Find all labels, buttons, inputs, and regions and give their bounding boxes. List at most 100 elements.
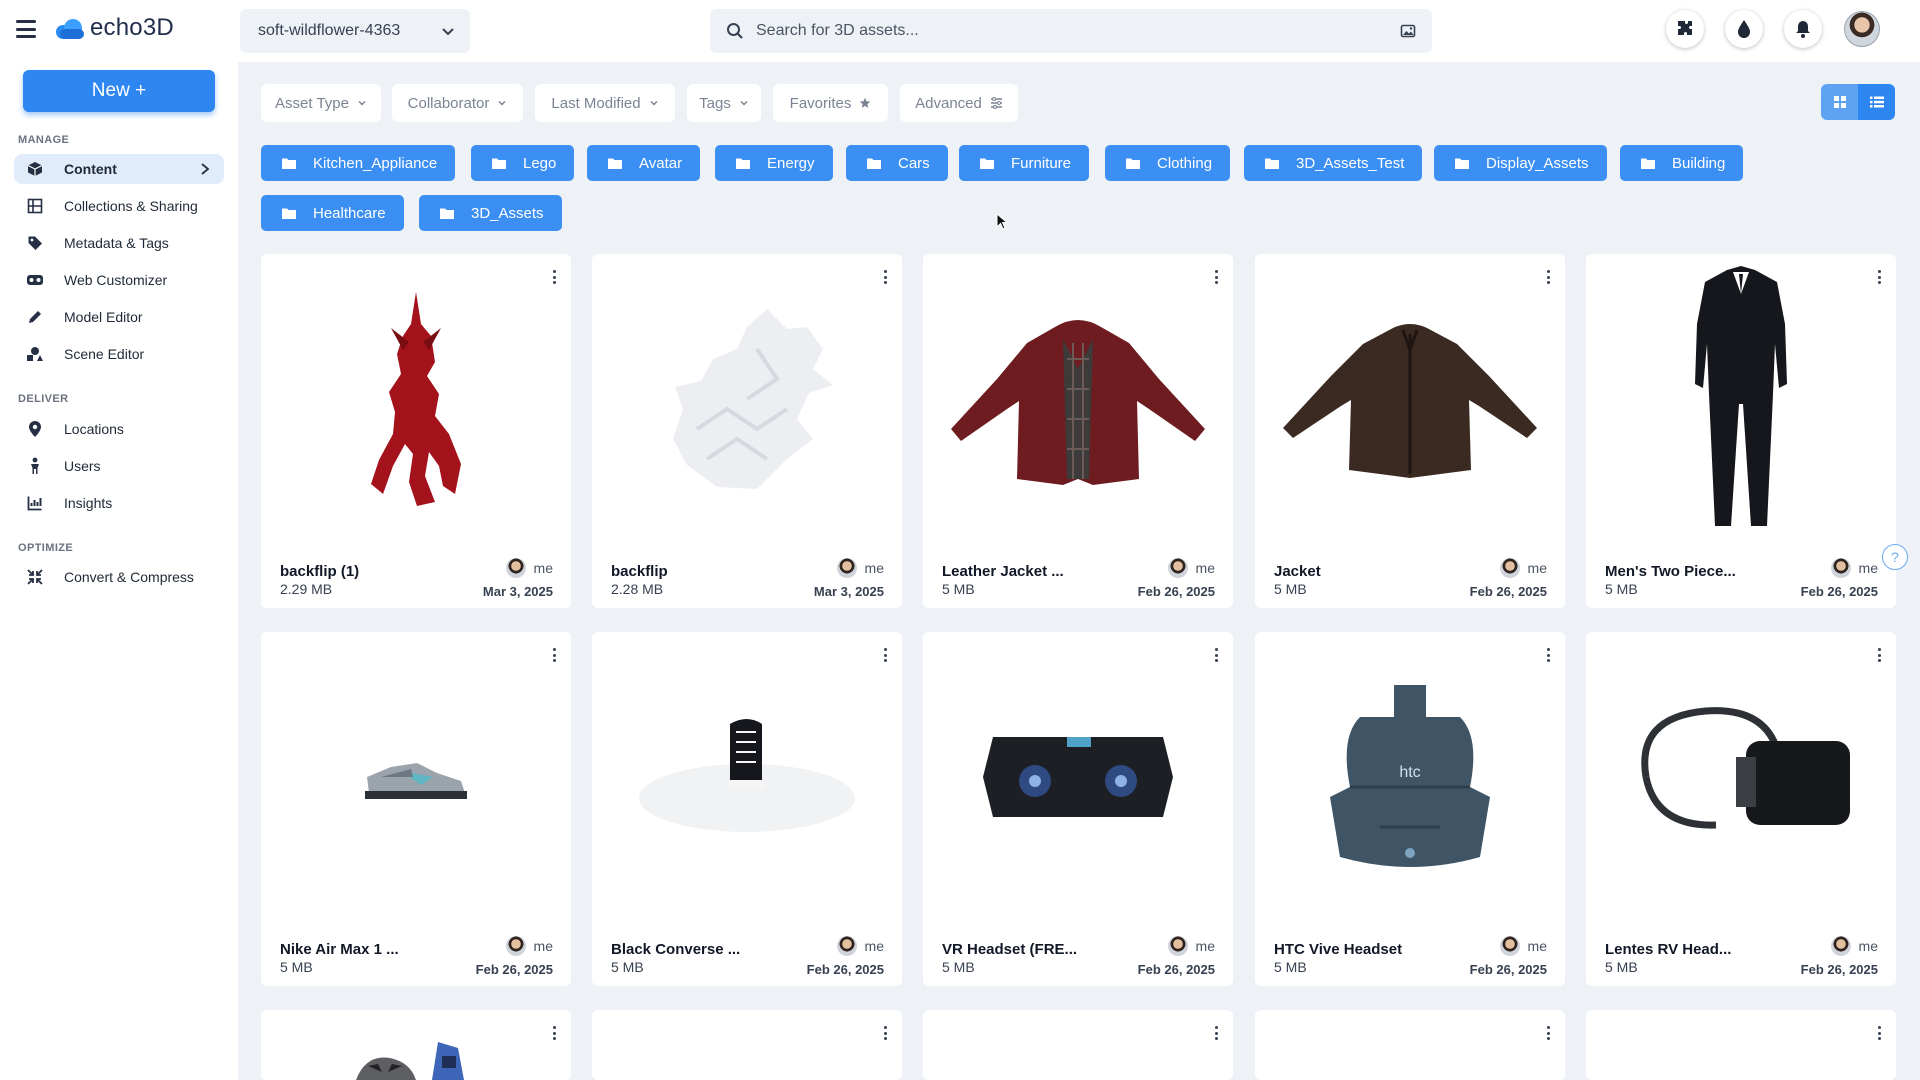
project-select[interactable]: soft-wildflower-4363 bbox=[240, 9, 470, 53]
filter-asset-type[interactable]: Asset Type bbox=[261, 84, 381, 122]
more-options-icon[interactable] bbox=[553, 648, 557, 662]
asset-size: 5 MB bbox=[942, 581, 975, 597]
sidebar-item-content[interactable]: Content bbox=[14, 154, 224, 184]
sidebar-item-web-customizer[interactable]: Web Customizer bbox=[14, 265, 224, 295]
search-bar[interactable]: Search for 3D assets... bbox=[710, 9, 1432, 53]
asset-thumbnail: htc bbox=[1255, 632, 1565, 922]
sidebar-item-label: Model Editor bbox=[64, 309, 143, 325]
asset-thumbnail bbox=[261, 254, 571, 544]
asset-owner: me bbox=[1499, 936, 1547, 956]
help-button[interactable]: ? bbox=[1882, 544, 1908, 570]
folder-chip[interactable]: Kitchen_Appliance bbox=[261, 145, 456, 181]
asset-card[interactable]: Jacket 5 MB me Feb 26, 2025 bbox=[1255, 254, 1565, 608]
more-options-icon[interactable] bbox=[553, 270, 557, 284]
folder-chip[interactable]: Healthcare bbox=[261, 195, 404, 231]
plugins-button[interactable] bbox=[1666, 10, 1704, 48]
asset-date: Feb 26, 2025 bbox=[1469, 962, 1547, 977]
more-options-icon[interactable] bbox=[884, 1026, 888, 1040]
notifications-button[interactable] bbox=[1784, 10, 1822, 48]
search-input[interactable]: Search for 3D assets... bbox=[756, 22, 1400, 40]
more-options-icon[interactable] bbox=[1878, 270, 1882, 284]
owner-avatar bbox=[1499, 936, 1520, 956]
app-logo[interactable]: echo3D bbox=[56, 14, 174, 42]
owner-label: me bbox=[1858, 560, 1878, 576]
sidebar-item-scene-editor[interactable]: Scene Editor bbox=[14, 339, 224, 369]
more-options-icon[interactable] bbox=[884, 648, 888, 662]
filter-last-modified[interactable]: Last Modified bbox=[535, 84, 675, 122]
red-dragon-model bbox=[371, 292, 461, 506]
folder-chip[interactable]: Furniture bbox=[959, 145, 1090, 181]
sidebar-item-collections[interactable]: Collections & Sharing bbox=[14, 191, 224, 221]
asset-card[interactable]: Nike Air Max 1 ... 5 MB me Feb 26, 2025 bbox=[261, 632, 571, 986]
more-options-icon[interactable] bbox=[884, 270, 888, 284]
asset-card[interactable] bbox=[1255, 1010, 1565, 1080]
sidebar-item-convert-compress[interactable]: Convert & Compress bbox=[14, 562, 224, 592]
folder-chip[interactable]: Building bbox=[1620, 145, 1744, 181]
sidebar-item-metadata[interactable]: Metadata & Tags bbox=[14, 228, 224, 258]
asset-date: Mar 3, 2025 bbox=[813, 584, 884, 599]
folder-chip[interactable]: Clothing bbox=[1105, 145, 1231, 181]
asset-card[interactable] bbox=[592, 1010, 902, 1080]
folder-chip[interactable]: Avatar bbox=[587, 145, 701, 181]
filter-advanced[interactable]: Advanced bbox=[900, 84, 1018, 122]
filter-favorites[interactable]: Favorites bbox=[773, 84, 888, 122]
asset-size: 5 MB bbox=[1274, 581, 1307, 597]
more-options-icon[interactable] bbox=[1215, 270, 1219, 284]
more-options-icon[interactable] bbox=[1547, 1026, 1551, 1040]
raccoon-model bbox=[356, 1042, 464, 1080]
sidebar-item-locations[interactable]: Locations bbox=[14, 414, 224, 444]
asset-card[interactable]: Black Converse ... 5 MB me Feb 26, 2025 bbox=[592, 632, 902, 986]
user-avatar[interactable] bbox=[1844, 11, 1880, 47]
more-options-icon[interactable] bbox=[1215, 1026, 1219, 1040]
asset-name: Men's Two Piece... bbox=[1605, 563, 1736, 580]
filter-tags[interactable]: Tags bbox=[687, 84, 761, 122]
new-button[interactable]: New + bbox=[23, 70, 215, 112]
more-options-icon[interactable] bbox=[1547, 270, 1551, 284]
asset-size: 2.29 MB bbox=[280, 581, 333, 597]
filter-collaborator[interactable]: Collaborator bbox=[392, 84, 523, 122]
folder-chip[interactable]: Lego bbox=[471, 145, 575, 181]
sidebar-item-users[interactable]: Users bbox=[14, 451, 224, 481]
sidebar-item-insights[interactable]: Insights bbox=[14, 488, 224, 518]
asset-size: 5 MB bbox=[611, 959, 644, 975]
asset-size: 5 MB bbox=[1605, 959, 1638, 975]
asset-card[interactable]: VR Headset (FRE... 5 MB me Feb 26, 2025 bbox=[923, 632, 1233, 986]
htc-logo-text: htc bbox=[1399, 764, 1420, 781]
folder-chip[interactable]: Display_Assets bbox=[1434, 145, 1607, 181]
asset-owner: me bbox=[505, 936, 553, 956]
oculus-headset-model bbox=[1641, 707, 1850, 829]
list-view-button[interactable] bbox=[1858, 84, 1895, 120]
image-search-icon[interactable] bbox=[1400, 23, 1416, 39]
folder-label: Display_Assets bbox=[1486, 154, 1589, 172]
sidebar-item-model-editor[interactable]: Model Editor bbox=[14, 302, 224, 332]
owner-avatar bbox=[505, 936, 526, 956]
folder-chip[interactable]: Cars bbox=[846, 145, 948, 181]
sneaker-model bbox=[365, 763, 467, 799]
folder-chip[interactable]: 3D_Assets bbox=[419, 195, 562, 231]
folder-chip[interactable]: Energy bbox=[715, 145, 833, 181]
chevron-down-icon bbox=[358, 100, 366, 106]
asset-card[interactable]: htc HTC Vive Headset 5 MB me Feb 26, 202… bbox=[1255, 632, 1565, 986]
asset-card[interactable]: Leather Jacket ... 5 MB me Feb 26, 2025 bbox=[923, 254, 1233, 608]
more-options-icon[interactable] bbox=[1878, 1026, 1882, 1040]
leather-jacket-model bbox=[951, 320, 1205, 485]
asset-card[interactable] bbox=[1586, 1010, 1896, 1080]
asset-thumbnail bbox=[1586, 632, 1896, 922]
more-options-icon[interactable] bbox=[1215, 648, 1219, 662]
theme-button[interactable] bbox=[1725, 10, 1763, 48]
owner-avatar bbox=[1830, 936, 1851, 956]
asset-card[interactable]: Men's Two Piece... 5 MB me Feb 26, 2025 bbox=[1586, 254, 1896, 608]
more-options-icon[interactable] bbox=[1878, 648, 1882, 662]
hamburger-menu-icon[interactable] bbox=[16, 20, 36, 38]
asset-name: VR Headset (FRE... bbox=[942, 941, 1078, 958]
converse-model bbox=[639, 719, 855, 832]
folder-chip[interactable]: 3D_Assets_Test bbox=[1244, 145, 1423, 181]
more-options-icon[interactable] bbox=[1547, 648, 1551, 662]
asset-card[interactable]: Lentes RV Head... 5 MB me Feb 26, 2025 bbox=[1586, 632, 1896, 986]
asset-card[interactable] bbox=[261, 1010, 571, 1080]
asset-card[interactable]: backflip (1) 2.29 MB me Mar 3, 2025 bbox=[261, 254, 571, 608]
more-options-icon[interactable] bbox=[553, 1026, 557, 1040]
grid-view-button[interactable] bbox=[1821, 84, 1858, 120]
asset-card[interactable]: backflip 2.28 MB me Mar 3, 2025 bbox=[592, 254, 902, 608]
asset-card[interactable] bbox=[923, 1010, 1233, 1080]
